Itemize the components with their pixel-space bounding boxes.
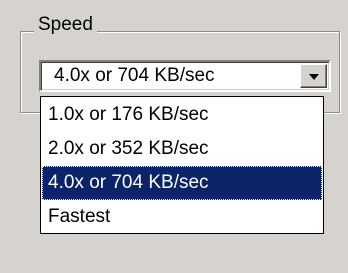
chevron-down-icon xyxy=(309,74,319,80)
speed-combobox-value: 4.0x or 704 KB/sec xyxy=(54,65,215,86)
speed-group-label: Speed xyxy=(34,14,97,36)
dropdown-option-4x-selected[interactable]: 4.0x or 704 KB/sec xyxy=(42,166,322,200)
dropdown-button[interactable] xyxy=(300,64,327,88)
dropdown-option-2x[interactable]: 2.0x or 352 KB/sec xyxy=(42,132,322,166)
speed-dropdown-list: 1.0x or 176 KB/sec 2.0x or 352 KB/sec 4.… xyxy=(40,96,324,234)
speed-combobox[interactable]: 4.0x or 704 KB/sec xyxy=(39,60,331,92)
dropdown-option-1x[interactable]: 1.0x or 176 KB/sec xyxy=(42,98,322,132)
dropdown-option-fastest[interactable]: Fastest xyxy=(42,200,322,234)
